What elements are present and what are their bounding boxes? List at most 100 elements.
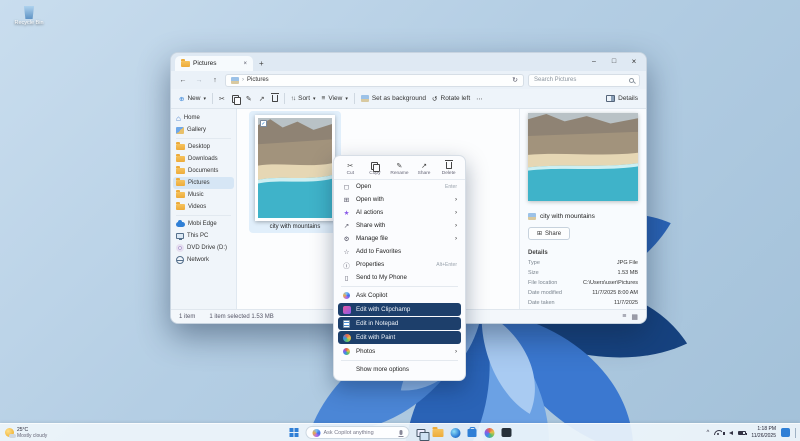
list-view-toggle[interactable] <box>622 313 626 321</box>
microphone-icon <box>400 430 403 435</box>
paint-icon <box>343 334 351 342</box>
view-button[interactable]: View <box>322 95 348 102</box>
folder-icon <box>176 168 185 174</box>
copy-button[interactable] <box>232 95 239 103</box>
sidebar-item-downloads[interactable]: Downloads <box>173 153 234 165</box>
menu-item-edit-in-notepad[interactable]: Edit in Notepad <box>338 317 461 330</box>
menu-item-send-to-phone[interactable]: Send to My Phone <box>334 271 465 284</box>
sort-label: Sort <box>298 95 310 102</box>
recycle-bin-label: Recycle Bin <box>8 20 50 26</box>
quick-cut-button[interactable]: Cut <box>338 161 362 176</box>
submenu-chevron-icon <box>455 235 457 242</box>
star-icon <box>342 248 351 256</box>
terminal-button[interactable] <box>501 427 512 438</box>
menu-item-edit-with-clipchamp[interactable]: Edit with Clipchamp <box>338 303 461 316</box>
menu-item-properties[interactable]: Properties Alt+Enter <box>334 258 465 271</box>
share-icon <box>342 222 351 230</box>
sidebar-item-cloud[interactable]: Mobi Edge <box>173 218 234 230</box>
rotate-left-label: Rotate left <box>441 95 471 102</box>
tab-close-icon[interactable] <box>243 61 247 67</box>
menu-item-edit-with-paint[interactable]: Edit with Paint <box>338 331 461 344</box>
quick-copy-button[interactable]: Copy <box>363 161 387 176</box>
selection-checkbox[interactable] <box>260 120 267 127</box>
window-controls <box>584 53 644 70</box>
copilot-icon <box>343 292 350 299</box>
sidebar-item-home[interactable]: Home <box>173 112 234 124</box>
sidebar-item-desktop[interactable]: Desktop <box>173 141 234 153</box>
back-button[interactable] <box>177 77 189 84</box>
refresh-icon[interactable] <box>512 76 518 84</box>
detail-row-location: File location C:\Users\user\Pictures <box>528 280 638 286</box>
detail-row-modified: Date modified 11/7/2025 8:00 AM <box>528 290 638 296</box>
quick-delete-button[interactable]: Delete <box>437 161 461 176</box>
delete-button[interactable] <box>272 95 278 102</box>
sort-button[interactable]: Sort <box>291 95 316 102</box>
sidebar-item-this-pc[interactable]: This PC <box>173 230 234 242</box>
weather-widget[interactable]: 25°C Mostly cloudy <box>5 424 47 441</box>
item-count: 1 item <box>179 314 195 320</box>
file-explorer-button[interactable] <box>433 427 444 438</box>
context-menu: Cut Copy Rename Share Delete Open Enter … <box>333 155 466 381</box>
forward-button[interactable] <box>193 77 205 84</box>
battery-icon[interactable] <box>738 431 746 435</box>
taskbar-search[interactable]: Ask Copilot anything <box>306 426 410 439</box>
menu-item-open-with[interactable]: Open with <box>334 193 465 206</box>
share-icon <box>412 161 436 170</box>
menu-item-add-to-favorites[interactable]: Add to Favorites <box>334 245 465 258</box>
wifi-icon[interactable] <box>714 430 722 435</box>
sidebar-item-videos[interactable]: Videos <box>173 201 234 213</box>
sidebar-item-documents[interactable]: Documents <box>173 165 234 177</box>
preview-share-button[interactable]: Share <box>528 227 570 240</box>
tray-overflow-chevron[interactable] <box>707 430 710 436</box>
set-background-button[interactable]: Set as background <box>361 95 426 102</box>
tab-pictures[interactable]: Pictures <box>175 56 253 71</box>
sidebar-item-dvd-drive[interactable]: DVD Drive (D:) <box>173 242 234 254</box>
recycle-bin[interactable]: Recycle Bin <box>8 6 50 26</box>
view-label: View <box>328 95 342 102</box>
new-label: New <box>187 95 200 102</box>
task-view-button[interactable] <box>416 427 427 438</box>
more-options-icon[interactable] <box>476 95 483 103</box>
store-button[interactable] <box>467 427 478 438</box>
details-toggle[interactable]: Details <box>606 95 638 102</box>
notification-badge[interactable] <box>781 428 790 437</box>
close-button[interactable] <box>624 53 644 70</box>
share-button[interactable] <box>259 95 265 103</box>
file-item-selected[interactable]: city with mountains <box>249 111 341 233</box>
quick-rename-button[interactable]: Rename <box>387 161 411 176</box>
new-tab-button[interactable] <box>253 56 270 71</box>
gallery-icon <box>176 127 184 134</box>
folder-icon <box>433 429 444 437</box>
menu-item-photos[interactable]: Photos <box>334 345 465 358</box>
show-desktop-strip[interactable] <box>795 428 796 438</box>
sidebar-item-music[interactable]: Music <box>173 189 234 201</box>
tray-date: 11/26/2025 <box>751 433 776 439</box>
new-button[interactable]: New <box>179 95 206 103</box>
menu-item-share-with[interactable]: Share with <box>334 219 465 232</box>
menu-item-manage-file[interactable]: Manage file <box>334 232 465 245</box>
clock[interactable]: 1:18 PM 11/26/2025 <box>751 426 776 439</box>
tab-bar: Pictures <box>171 53 646 71</box>
edge-button[interactable] <box>450 427 461 438</box>
quick-share-button[interactable]: Share <box>412 161 436 176</box>
up-button[interactable] <box>209 77 221 84</box>
search-box[interactable]: Search Pictures <box>528 74 640 87</box>
photos-button[interactable] <box>484 427 495 438</box>
start-button[interactable] <box>289 427 300 438</box>
cut-button[interactable] <box>219 95 225 103</box>
menu-item-show-more-options[interactable]: Show more options <box>334 363 465 376</box>
breadcrumb[interactable]: Pictures <box>225 74 524 87</box>
minimize-button[interactable] <box>584 53 604 70</box>
sidebar-item-network[interactable]: Network <box>173 254 234 266</box>
volume-icon[interactable] <box>729 431 733 435</box>
menu-item-ai-actions[interactable]: AI actions <box>334 206 465 219</box>
rotate-left-button[interactable]: Rotate left <box>432 95 470 103</box>
sidebar-item-pictures[interactable]: Pictures <box>173 177 234 189</box>
sidebar-item-gallery[interactable]: Gallery <box>173 124 234 136</box>
menu-item-open[interactable]: Open Enter <box>334 180 465 193</box>
info-icon <box>342 260 351 270</box>
maximize-button[interactable] <box>604 53 624 70</box>
grid-view-toggle[interactable] <box>631 313 638 321</box>
rename-button[interactable] <box>246 95 252 103</box>
menu-item-ask-copilot[interactable]: Ask Copilot <box>334 289 465 302</box>
